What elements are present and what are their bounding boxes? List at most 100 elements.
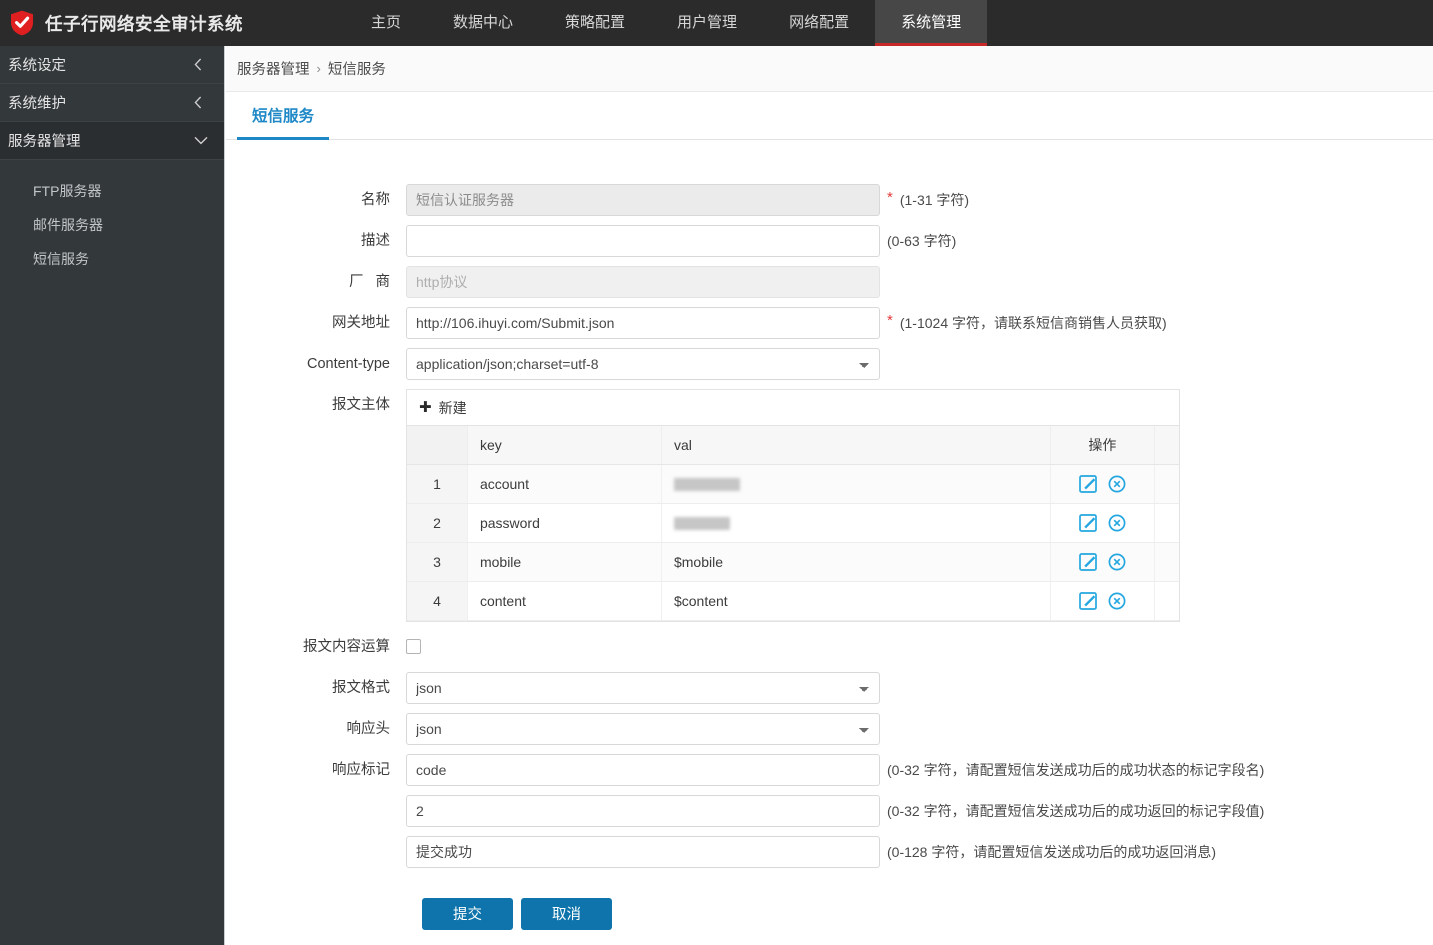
row-pad bbox=[1154, 503, 1179, 543]
column-header-key: key bbox=[467, 426, 662, 465]
name-hint: (1-31 字符) bbox=[899, 192, 970, 208]
gateway-control: * (1-1024 字符，请联系短信商销售人员获取) bbox=[406, 307, 1167, 339]
vendor-select[interactable]: http协议 bbox=[406, 266, 880, 298]
breadcrumb: 服务器管理 › 短信服务 bbox=[226, 46, 1433, 92]
nav-item-policy-config[interactable]: 策略配置 bbox=[539, 0, 651, 46]
body-calc-checkbox[interactable] bbox=[406, 638, 421, 654]
brand-title: 任子行网络安全审计系统 bbox=[45, 13, 243, 34]
response-mark-label: 响应标记 bbox=[332, 761, 390, 778]
column-header-action: 操作 bbox=[1050, 426, 1155, 465]
sidebar-submenu: FTP服务器 邮件服务器 短信服务 bbox=[0, 160, 224, 276]
name-input[interactable] bbox=[406, 184, 880, 216]
response-mark-field-message[interactable] bbox=[406, 835, 880, 868]
response-mark-field-value[interactable] bbox=[406, 794, 880, 827]
sidebar-group-system-maintenance[interactable]: 系统维护 bbox=[0, 84, 224, 122]
gateway-input[interactable] bbox=[406, 307, 880, 339]
row-key: mobile bbox=[467, 542, 662, 582]
new-row-label: 新建 bbox=[438, 399, 467, 416]
delete-circle-icon[interactable] bbox=[1108, 475, 1126, 493]
description-label: 描述 bbox=[361, 233, 390, 249]
body-calc-label: 报文内容运算 bbox=[303, 638, 390, 655]
row-actions bbox=[1050, 503, 1155, 543]
response-header-control: json bbox=[406, 712, 880, 745]
redacted-value bbox=[673, 517, 730, 531]
column-header-index bbox=[407, 426, 468, 465]
sidebar-group-label: 系统维护 bbox=[8, 96, 66, 112]
sidebar-group-system-settings[interactable]: 系统设定 bbox=[0, 46, 224, 84]
form-row-response-header: 响应头 json bbox=[226, 712, 1433, 745]
submit-button[interactable]: 提交 bbox=[422, 897, 513, 930]
name-label: 名称 bbox=[361, 192, 390, 208]
table-body: 1 account 2 password 3 mobile $mobile 4 … bbox=[407, 464, 1179, 621]
edit-icon[interactable] bbox=[1078, 552, 1097, 571]
form-row-description: 描述 (0-63 字符) bbox=[226, 225, 1433, 257]
edit-icon[interactable] bbox=[1078, 474, 1097, 493]
response-mark-field-name[interactable] bbox=[406, 753, 880, 786]
sidebar-item-mail-server[interactable]: 邮件服务器 bbox=[0, 208, 224, 242]
body-format-control: json bbox=[406, 671, 880, 704]
row-pad bbox=[1154, 464, 1179, 504]
form-actions: 提交 取消 bbox=[226, 897, 1433, 930]
body-calc-control bbox=[406, 631, 421, 657]
breadcrumb-current: 短信服务 bbox=[327, 62, 386, 78]
row-index: 1 bbox=[407, 464, 468, 504]
nav-item-home[interactable]: 主页 bbox=[345, 0, 427, 46]
row-actions bbox=[1050, 542, 1155, 582]
redacted-value bbox=[673, 478, 740, 492]
table-row[interactable]: 3 mobile $mobile bbox=[407, 542, 1179, 582]
brand: 任子行网络安全审计系统 bbox=[0, 0, 261, 46]
response-mark-control-2: (0-32 字符，请配置短信发送成功后的成功返回的标记字段值) bbox=[406, 794, 1264, 827]
cancel-button[interactable]: 取消 bbox=[521, 897, 612, 930]
form-row-body-format: 报文格式 json bbox=[226, 671, 1433, 704]
edit-icon[interactable] bbox=[1078, 591, 1097, 610]
edit-icon[interactable] bbox=[1078, 513, 1097, 532]
response-mark-hint-3: (0-128 字符，请配置短信发送成功后的成功返回消息) bbox=[887, 843, 1217, 860]
sidebar-item-ftp-server[interactable]: FTP服务器 bbox=[0, 174, 224, 208]
row-index: 4 bbox=[407, 581, 468, 621]
breadcrumb-separator: › bbox=[316, 61, 321, 76]
nav-item-data-center[interactable]: 数据中心 bbox=[427, 0, 539, 46]
delete-circle-icon[interactable] bbox=[1108, 553, 1126, 571]
key-value-table-wrapper: ✚ 新建 key val 操作 1 account 2 password 3 m… bbox=[406, 389, 1180, 622]
key-value-table: key val 操作 1 account 2 password 3 mobile… bbox=[407, 426, 1179, 621]
row-val: $content bbox=[661, 581, 1051, 621]
content-type-select[interactable]: application/json;charset=utf-8 bbox=[406, 348, 880, 380]
row-key: password bbox=[467, 503, 662, 543]
table-row[interactable]: 2 password bbox=[407, 503, 1179, 543]
table-row[interactable]: 4 content $content bbox=[407, 581, 1179, 621]
description-hint: (0-63 字符) bbox=[887, 233, 957, 249]
content-type-label: Content-type bbox=[306, 356, 390, 372]
gateway-hint: (1-1024 字符，请联系短信商销售人员获取) bbox=[899, 315, 1167, 331]
sidebar-item-sms-service[interactable]: 短信服务 bbox=[0, 242, 224, 276]
top-header: 任子行网络安全审计系统 主页 数据中心 策略配置 用户管理 网络配置 系统管理 bbox=[0, 0, 1433, 46]
sms-service-form: 名称 * (1-31 字符) 描述 (0-63 字符) 厂商 http协议 bbox=[226, 140, 1433, 930]
table-row[interactable]: 1 account bbox=[407, 464, 1179, 504]
nav-item-system-management[interactable]: 系统管理 bbox=[875, 0, 988, 46]
row-val bbox=[661, 503, 1051, 543]
shield-check-icon bbox=[10, 10, 34, 36]
new-row-button[interactable]: ✚ 新建 bbox=[419, 398, 467, 418]
breadcrumb-parent[interactable]: 服务器管理 bbox=[237, 58, 310, 79]
description-input[interactable] bbox=[406, 225, 880, 257]
form-row-response-mark-2: (0-32 字符，请配置短信发送成功后的成功返回的标记字段值) bbox=[226, 794, 1433, 827]
chevron-left-icon bbox=[194, 58, 208, 71]
body-format-select[interactable]: json bbox=[406, 671, 880, 704]
form-row-vendor: 厂商 http协议 bbox=[226, 266, 1433, 298]
form-row-gateway: 网关地址 * (1-1024 字符，请联系短信商销售人员获取) bbox=[226, 307, 1433, 339]
nav-item-network-config[interactable]: 网络配置 bbox=[763, 0, 875, 46]
row-pad bbox=[1154, 581, 1179, 621]
response-header-select[interactable]: json bbox=[406, 712, 880, 745]
delete-circle-icon[interactable] bbox=[1108, 592, 1126, 610]
sidebar-group-server-management[interactable]: 服务器管理 bbox=[0, 122, 224, 160]
response-mark-control-1: (0-32 字符，请配置短信发送成功后的成功状态的标记字段名) bbox=[406, 753, 1264, 786]
response-mark-control-3: (0-128 字符，请配置短信发送成功后的成功返回消息) bbox=[406, 835, 1217, 868]
sidebar-group-label: 服务器管理 bbox=[8, 134, 81, 150]
delete-circle-icon[interactable] bbox=[1108, 514, 1126, 532]
main-nav: 主页 数据中心 策略配置 用户管理 网络配置 系统管理 bbox=[345, 0, 988, 46]
tab-sms-service[interactable]: 短信服务 bbox=[237, 92, 330, 140]
tab-strip: 短信服务 bbox=[226, 92, 1433, 140]
form-row-body-calc: 报文内容运算 bbox=[226, 631, 1433, 663]
row-val bbox=[661, 464, 1051, 504]
nav-item-user-management[interactable]: 用户管理 bbox=[651, 0, 763, 46]
row-index: 3 bbox=[407, 542, 468, 582]
